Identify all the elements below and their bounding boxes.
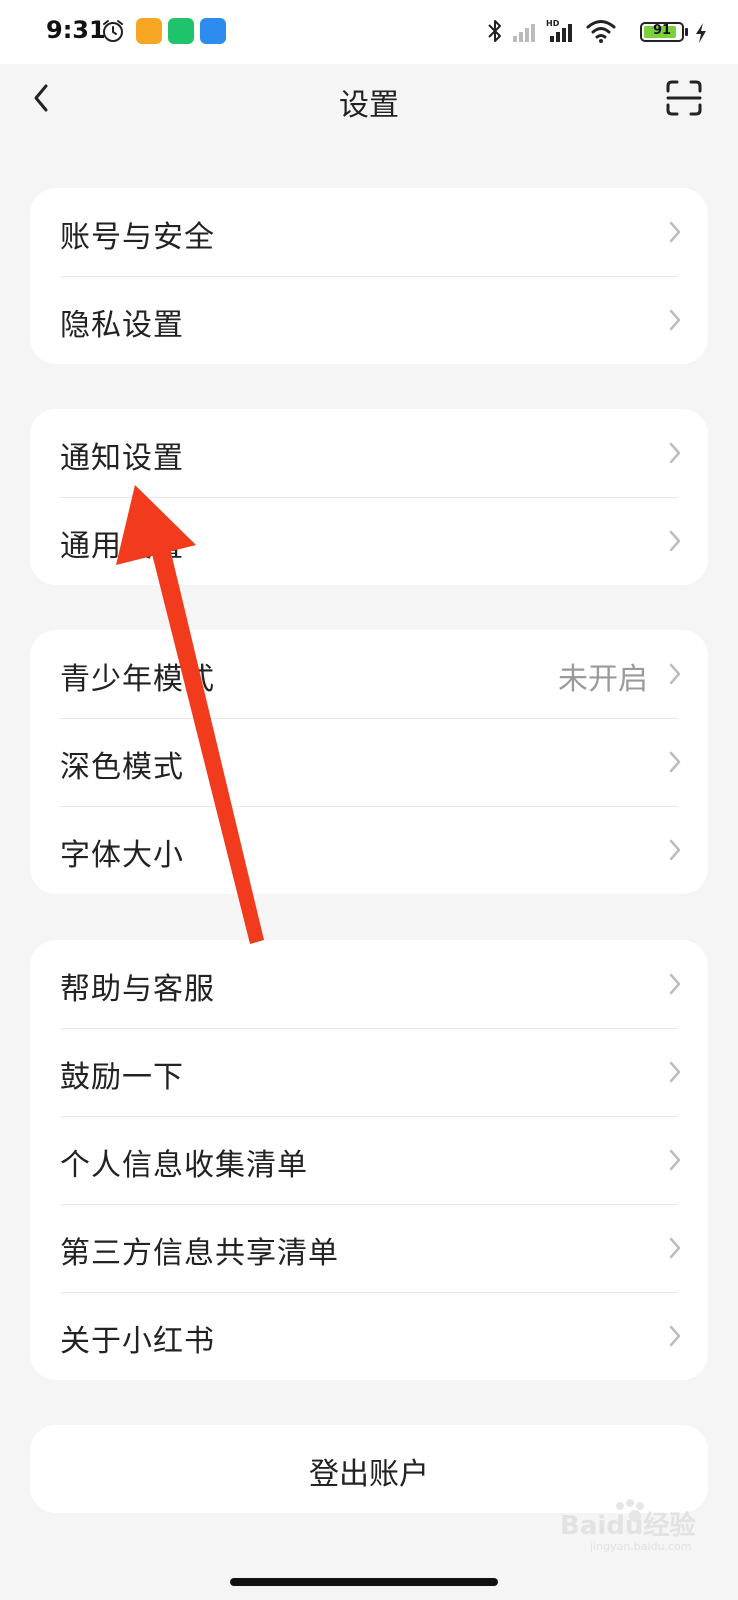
settings-item-label: 鼓励一下 [60, 1060, 184, 1095]
notes-app-icon [136, 18, 162, 44]
chevron-right-icon [669, 1149, 681, 1171]
logout-label: 登出账户 [309, 1457, 429, 1492]
chevron-right-icon [669, 663, 681, 685]
hd-signal-icon: HD [546, 19, 572, 42]
settings-item-account-security[interactable]: 账号与安全 [30, 188, 708, 276]
paw-logo-icon: Baidu经验jingyan.baidu.com [560, 1499, 695, 1553]
settings-item-notifications[interactable]: 通知设置 [30, 409, 708, 497]
settings-item-personal-info-list[interactable]: 个人信息收集清单 [30, 1116, 708, 1204]
watermark-text: Baidu经验 [560, 1510, 695, 1541]
status-time: 9:31 [46, 16, 106, 44]
weather-app-icon [200, 18, 226, 44]
wifi-icon [586, 20, 616, 43]
settings-item-label: 关于小红书 [60, 1324, 215, 1359]
home-indicator[interactable] [230, 1578, 498, 1586]
chevron-right-icon [669, 1061, 681, 1083]
security-app-icon [168, 18, 194, 44]
chevron-right-icon [669, 309, 681, 331]
settings-item-label: 深色模式 [60, 750, 184, 785]
settings-item-privacy[interactable]: 隐私设置 [30, 276, 708, 364]
settings-item-label: 通知设置 [60, 441, 184, 476]
chevron-right-icon [669, 751, 681, 773]
chevron-right-icon [669, 1325, 681, 1347]
settings-item-label: 隐私设置 [60, 308, 184, 343]
status-bar: 9:31 HD 91 [0, 0, 738, 64]
chevron-right-icon [669, 973, 681, 995]
settings-item-encourage[interactable]: 鼓励一下 [30, 1028, 708, 1116]
chevron-right-icon [669, 530, 681, 552]
battery-level: 91 [652, 23, 672, 38]
settings-item-label: 个人信息收集清单 [60, 1148, 308, 1183]
signal-icon [513, 24, 535, 42]
settings-item-label: 通用设置 [60, 529, 184, 564]
chevron-right-icon [669, 221, 681, 243]
settings-group-about: 帮助与客服 鼓励一下 个人信息收集清单 第三方信息共享清单 关于小红书 [30, 940, 708, 1380]
battery-icon: 91 [640, 22, 684, 42]
page-title: 设置 [339, 88, 399, 123]
settings-item-value: 未开启 [558, 662, 648, 697]
charging-icon [696, 23, 706, 43]
alarm-icon [103, 20, 123, 42]
settings-item-teen-mode[interactable]: 青少年模式 未开启 [30, 630, 708, 718]
settings-item-font-size[interactable]: 字体大小 [30, 806, 708, 894]
settings-item-about[interactable]: 关于小红书 [30, 1292, 708, 1380]
scan-button[interactable] [664, 78, 704, 118]
chevron-right-icon [669, 839, 681, 861]
svg-text:HD: HD [546, 19, 560, 28]
settings-group-account: 账号与安全 隐私设置 [30, 188, 708, 364]
bluetooth-icon [488, 20, 501, 42]
chevron-right-icon [669, 1237, 681, 1259]
settings-group-display: 青少年模式 未开启 深色模式 字体大小 [30, 630, 708, 894]
watermark-subtext: jingyan.baidu.com [589, 1540, 692, 1553]
settings-item-label: 青少年模式 [60, 662, 215, 697]
settings-item-help[interactable]: 帮助与客服 [30, 940, 708, 1028]
battery-cap [685, 28, 688, 36]
settings-item-third-party-sharing[interactable]: 第三方信息共享清单 [30, 1204, 708, 1292]
settings-item-label: 帮助与客服 [60, 972, 215, 1007]
header: 设置 [0, 64, 738, 136]
settings-group-general: 通知设置 通用设置 [30, 409, 708, 585]
settings-item-label: 第三方信息共享清单 [60, 1236, 339, 1271]
baidu-watermark: Baidu经验 jingyan.baidu.com [560, 1498, 730, 1554]
settings-item-label: 账号与安全 [60, 220, 215, 255]
settings-item-label: 字体大小 [60, 838, 184, 873]
chevron-right-icon [669, 442, 681, 464]
settings-item-general[interactable]: 通用设置 [30, 497, 708, 585]
scan-icon [666, 80, 702, 116]
settings-item-dark-mode[interactable]: 深色模式 [30, 718, 708, 806]
